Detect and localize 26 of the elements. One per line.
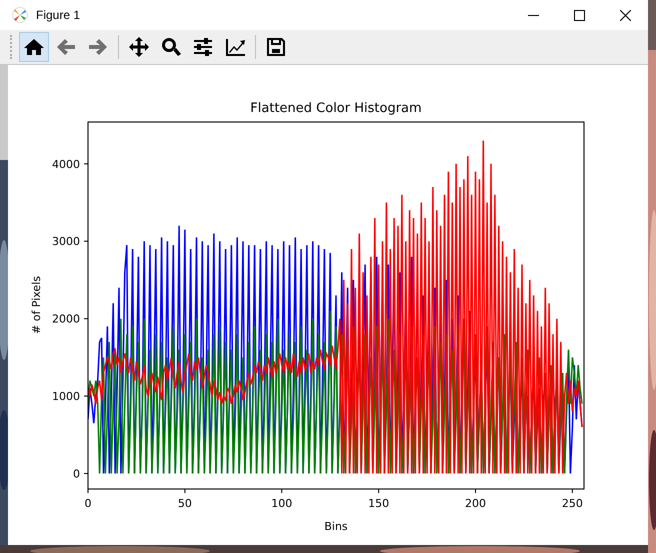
- x-tick-label: 150: [368, 497, 390, 510]
- app-logo-icon: [12, 7, 28, 23]
- x-tick-label: 100: [271, 497, 292, 510]
- x-tick-label: 0: [84, 497, 92, 510]
- x-axis-label: Bins: [324, 520, 348, 533]
- x-tick-label: 200: [465, 497, 486, 510]
- move-icon: [128, 36, 150, 58]
- maximize-icon: [574, 10, 584, 20]
- home-button[interactable]: [19, 32, 49, 62]
- left-arrow-icon: [55, 36, 77, 58]
- x-tick-label: 50: [178, 497, 192, 510]
- y-tick-label: 1000: [52, 390, 80, 404]
- search-icon: [160, 36, 182, 58]
- x-tick-label: 250: [562, 497, 583, 510]
- home-icon: [23, 36, 45, 58]
- y-tick-label: 3000: [52, 235, 80, 248]
- window-title: Figure 1: [36, 8, 80, 22]
- y-tick-label: 2000: [52, 312, 80, 326]
- chart-title: Flattened Color Histogram: [250, 101, 422, 116]
- y-axis-label: # of Pixels: [30, 276, 43, 334]
- line-chart-icon: [224, 36, 246, 58]
- sliders-icon: [192, 36, 214, 58]
- y-tick-label: 4000: [52, 158, 80, 171]
- y-tick-label: 0: [73, 468, 80, 481]
- close-icon: [620, 10, 630, 20]
- right-arrow-icon: [87, 36, 109, 58]
